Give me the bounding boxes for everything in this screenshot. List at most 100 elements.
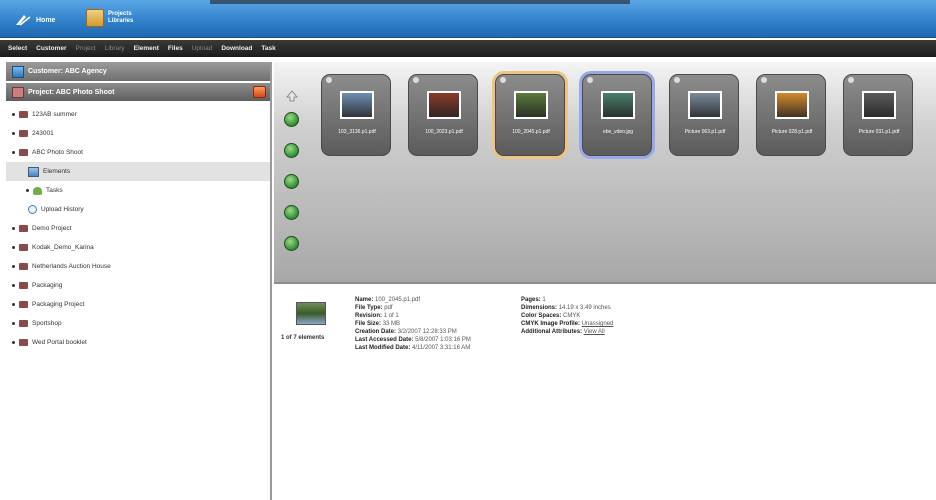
tree-item[interactable]: ABC Photo Shoot [6,143,270,162]
menu-item-library[interactable]: Library [105,45,134,52]
project-group-icon [19,225,28,232]
detail-row: Pages: 1 [521,296,613,304]
element-thumbnail[interactable]: Picture 031.p1.pdf [836,70,923,160]
tool-button-1[interactable] [284,112,299,127]
detail-value: 1 [542,297,546,303]
menu-item-project[interactable]: Project [76,45,105,52]
detail-value: 14.19 x 3.49 inches [558,305,611,311]
thumbnail-image [775,91,809,119]
thumbnail-caption: Picture 031.p1.pdf [858,129,900,135]
expand-bullet-icon[interactable] [12,132,15,135]
thumbnail-caption: Picture 063.p1.pdf [684,129,726,135]
element-details: 1 of 7 elements Name: 100_2045.p1.pdf Fil… [274,286,936,500]
expand-bullet-icon[interactable] [12,303,15,306]
detail-row: CMYK Image Profile: Unassigned [521,320,613,328]
tool-button-5[interactable] [284,236,299,251]
tree-item[interactable]: Tasks [6,181,270,200]
thumbnail-image [427,91,461,119]
element-thumbnail[interactable]: 103_3136.p1.pdf [314,70,401,160]
expand-bullet-icon[interactable] [12,322,15,325]
thumbnail-image [340,91,374,119]
thumbnail-select-icon[interactable] [326,77,332,83]
thumbnail-select-icon[interactable] [413,77,419,83]
detail-key: Pages: [521,297,541,303]
detail-row: Creation Date: 3/2/2007 12:28:33 PM [355,328,471,336]
menu-item-select[interactable]: Select [8,45,36,52]
detail-key: File Size: [355,321,382,327]
tree-item[interactable]: Sportshop [6,314,270,333]
detail-value: CMYK [563,313,581,319]
expand-bullet-icon[interactable] [12,151,15,154]
detail-row: File Type: pdf [355,304,471,312]
element-thumbnail[interactable]: Picture 028.p1.pdf [749,70,836,160]
detail-link[interactable]: View All [584,329,605,335]
menu-item-files[interactable]: Files [168,45,192,52]
tool-button-2[interactable] [284,143,299,158]
tree-item[interactable]: 243001 [6,124,270,143]
tool-button-4[interactable] [284,205,299,220]
tree-item[interactable]: Packaging [6,276,270,295]
detail-row: Last Modified Date: 4/11/2007 3:31:16 AM [355,344,471,352]
tree-item-label: Demo Project [32,225,72,232]
detail-value: 4/11/2007 3:31:16 AM [412,345,471,351]
customer-icon [12,65,24,78]
tree-item[interactable]: Upload History [6,200,270,219]
projects-libraries-icon [86,9,104,27]
tree-item[interactable]: 123AB summer [6,105,270,124]
detail-row: Additional Attributes: View All [521,328,613,336]
element-gallery: 103_3136.p1.pdf 100_2023.p1.pdf 100_2045.p… [274,62,936,284]
up-arrow-icon[interactable] [286,90,298,102]
thumbnail-select-icon[interactable] [674,77,680,83]
project-header[interactable]: Project: ABC Photo Shoot [6,83,270,101]
tree-item-label: Packaging [32,282,63,289]
element-thumbnail[interactable]: ebe_vdeo.jpg [575,70,662,160]
menu-item-task[interactable]: Task [261,45,284,52]
tree-item-label: Tasks [46,187,63,194]
tool-button-3[interactable] [284,174,299,189]
expand-bullet-icon[interactable] [12,265,15,268]
tree-item[interactable]: Packaging Project [6,295,270,314]
menu-bar: Select Customer Project Library Element Files… [0,40,936,57]
detail-value: 5/8/2007 1:03:16 PM [415,337,471,343]
detail-link[interactable]: Unassigned [582,321,614,327]
thumbnail-select-icon[interactable] [587,77,593,83]
expand-bullet-icon[interactable] [12,113,15,116]
tree-item[interactable]: Demo Project [6,219,270,238]
thumbnail-select-icon[interactable] [500,77,506,83]
tree-item[interactable]: Elements [6,162,270,181]
thumbnail-select-icon[interactable] [761,77,767,83]
element-thumbnail[interactable]: Picture 063.p1.pdf [662,70,749,160]
project-group-icon [19,244,28,251]
element-preview-thumbnail[interactable] [296,302,326,325]
expand-bullet-icon[interactable] [12,227,15,230]
detail-key: Creation Date: [355,329,397,335]
menu-item-customer[interactable]: Customer [36,45,75,52]
detail-row: Last Accessed Date: 5/8/2007 1:03:16 PM [355,336,471,344]
menu-item-element[interactable]: Element [134,45,168,52]
expand-bullet-icon[interactable] [12,246,15,249]
home-label: Home [36,16,56,24]
customer-header[interactable]: Customer: ABC Agency [6,62,270,81]
expand-bullet-icon[interactable] [26,189,29,192]
tree-item-label: Wed Portal booklet [32,339,87,346]
tree-item-label: Netherlands Auction House [32,263,111,270]
menu-item-download[interactable]: Download [221,45,261,52]
project-group-icon [19,149,28,156]
menu-item-upload[interactable]: Upload [192,45,222,52]
element-thumbnail[interactable]: 100_2023.p1.pdf [401,70,488,160]
detail-value: 33 MB [382,321,401,327]
detail-row: Name: 100_2045.p1.pdf [355,296,471,304]
project-tree: 123AB summer 243001 ABC Photo Shoot Element… [6,105,270,352]
project-header-label: Project: ABC Photo Shoot [28,88,115,96]
home-button[interactable]: Home [14,12,55,28]
project-action-button[interactable] [253,86,266,98]
element-thumbnail[interactable]: 100_2045.p1.pdf [488,70,575,160]
expand-bullet-icon[interactable] [12,284,15,287]
projects-libraries-button[interactable]: Projects Libraries [86,9,133,27]
expand-bullet-icon[interactable] [12,341,15,344]
project-group-icon [19,339,28,346]
thumbnail-select-icon[interactable] [848,77,854,83]
tree-item[interactable]: Netherlands Auction House [6,257,270,276]
tree-item[interactable]: Wed Portal booklet [6,333,270,352]
tree-item[interactable]: Kodak_Demo_Karina [6,238,270,257]
